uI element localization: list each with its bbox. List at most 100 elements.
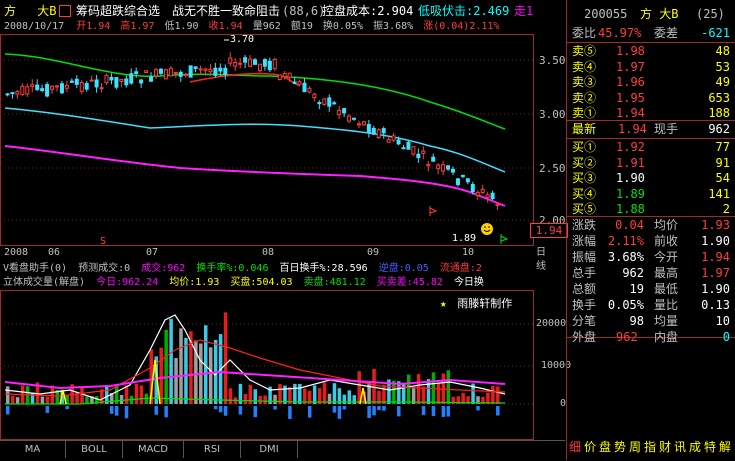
stat-value: 19: [629, 282, 644, 296]
tab-dmi[interactable]: DMI: [241, 441, 298, 458]
candle-body: [163, 69, 168, 80]
candle-body: [272, 58, 277, 70]
panel-tab[interactable]: 讯: [674, 438, 686, 456]
candle-body: [337, 109, 342, 116]
volume-bar-negative: [367, 406, 371, 418]
tab-macd[interactable]: MACD: [123, 441, 184, 458]
strategy-params: (88,6): [282, 4, 326, 18]
control-cost: 控盘成本:2.904: [322, 4, 414, 18]
buy-order-4[interactable]: 买④ 1.89 141: [570, 186, 732, 203]
vol3d-diff: 买卖差:45.82: [376, 277, 443, 288]
month-label-year: 2008: [4, 247, 29, 258]
volume-bar-negative: [109, 406, 114, 414]
volume-bar-negative: [382, 406, 386, 411]
buy-flag-icon: [429, 206, 438, 216]
volume-bar-negative: [397, 406, 401, 417]
ratio-value: 45.97%: [598, 26, 642, 40]
volume-bar-negative: [65, 406, 69, 410]
volume-bar: [228, 388, 233, 404]
candle-body: [104, 74, 109, 84]
candle-body: [168, 67, 173, 77]
buy-order-2-price: 1.91: [616, 155, 645, 170]
candle-body: [64, 84, 69, 89]
volume-bar: [273, 394, 277, 404]
buy-order-3[interactable]: 买③ 1.90 54: [570, 170, 732, 187]
ma-magenta-line: [4, 145, 506, 207]
sell-order-5[interactable]: 卖⑤ 1.98 48: [570, 43, 732, 60]
sell-order-3[interactable]: 卖③ 1.96 49: [570, 74, 732, 91]
volume-gridlines: [0, 323, 533, 405]
stat-row: 涨跌 0.04 均价 1.93: [570, 217, 732, 234]
info-turnover: 换0.05%: [322, 21, 364, 32]
month-label-08: 08: [262, 247, 275, 258]
candle-body: [495, 203, 500, 207]
panel-tab[interactable]: 成: [689, 438, 701, 456]
volume-chart[interactable]: [0, 290, 535, 440]
volume-axis: 20000 10000 0: [536, 290, 571, 440]
ohlc-info-bar: 2008/10/17 开1.94 高1.97 低1.90 收1.94 量962 …: [4, 20, 499, 34]
volume-bar: [159, 347, 163, 404]
tab-boll[interactable]: BOLL: [66, 441, 123, 458]
candle-body: [287, 72, 292, 78]
volume-bar: [184, 337, 188, 404]
candle-body: [297, 81, 302, 85]
panel-tab[interactable]: 价: [584, 438, 596, 456]
volume-bar: [293, 383, 297, 404]
volume-bar: [243, 394, 248, 404]
volume-bar: [253, 389, 257, 404]
candle-body: [470, 183, 475, 193]
tab-ma[interactable]: MA: [0, 441, 66, 458]
vol3d-title[interactable]: 立体成交量(解盘): [3, 277, 85, 288]
stock-badge: (25): [696, 7, 725, 21]
volume-bar: [352, 395, 356, 404]
volume-bar: [263, 395, 267, 404]
volume-bar: [10, 396, 15, 404]
candle-body: [292, 81, 297, 84]
buy-order-3-volume: 54: [715, 171, 730, 185]
sell-order-2[interactable]: 卖② 1.95 653: [570, 90, 732, 107]
panel-tab[interactable]: 指: [644, 438, 656, 456]
candle-body: [228, 57, 233, 64]
tab-rsi[interactable]: RSI: [184, 441, 241, 458]
candle-body: [178, 71, 183, 77]
panel-tab[interactable]: 特: [704, 438, 716, 456]
stat-label: 涨幅: [572, 234, 597, 248]
volume-bar-negative: [377, 406, 381, 411]
panel-tab[interactable]: 势: [614, 438, 626, 456]
volume-bar-negative: [6, 406, 10, 415]
volume-bar: [382, 385, 386, 404]
stat-row: 分笔 98 均量 10: [570, 313, 732, 330]
volume-bar-negative: [332, 406, 337, 413]
month-label-09: 09: [367, 247, 380, 258]
candle-body: [386, 138, 391, 143]
sell-order-4[interactable]: 卖④ 1.97 53: [570, 59, 732, 76]
volume-bar: [174, 358, 178, 404]
stat-value: 1.90: [701, 234, 730, 248]
stat-row: 总手 962 最高 1.97: [570, 265, 732, 282]
low-absorb: 低吸伏击:2.469: [418, 4, 510, 18]
volume-bar-negative: [372, 406, 376, 416]
panel-tab[interactable]: 细: [569, 438, 581, 456]
candle-body: [134, 71, 139, 75]
price-chart[interactable]: 3.70 1.89 S: [0, 34, 535, 246]
panel-tab[interactable]: 财: [659, 438, 671, 456]
panel-tab[interactable]: 盘: [599, 438, 611, 456]
buy-order-1[interactable]: 买① 1.92 77: [570, 139, 732, 156]
main-chart-panel[interactable]: 方 大B 筹码超跌综合选 战无不胜一致命阻击 (88,6) 控盘成本:2.904…: [0, 0, 571, 440]
buy-order-2[interactable]: 买② 1.91 91: [570, 155, 732, 172]
day-line-label[interactable]: 日线: [536, 246, 546, 274]
stock-menu-icon[interactable]: [59, 5, 71, 17]
volume-bar: [119, 395, 124, 404]
volume-bar: [139, 385, 144, 404]
stat-label: 换手: [572, 298, 597, 312]
stock-name[interactable]: 大B: [37, 4, 56, 18]
buy-order-4-volume: 141: [708, 186, 730, 201]
outer-label: 外盘: [572, 330, 597, 344]
panel-tab[interactable]: 解: [719, 438, 731, 456]
info-change: 涨(0.04)2.11%: [423, 21, 500, 32]
vol-assistant-title[interactable]: V看盘助手(0): [3, 263, 67, 274]
candle-body: [436, 164, 441, 170]
panel-tab[interactable]: 周: [629, 438, 641, 456]
watermark-text: 雨滕轩制作: [457, 297, 513, 310]
indicator-label[interactable]: 筹码超跌综合选: [76, 3, 160, 19]
